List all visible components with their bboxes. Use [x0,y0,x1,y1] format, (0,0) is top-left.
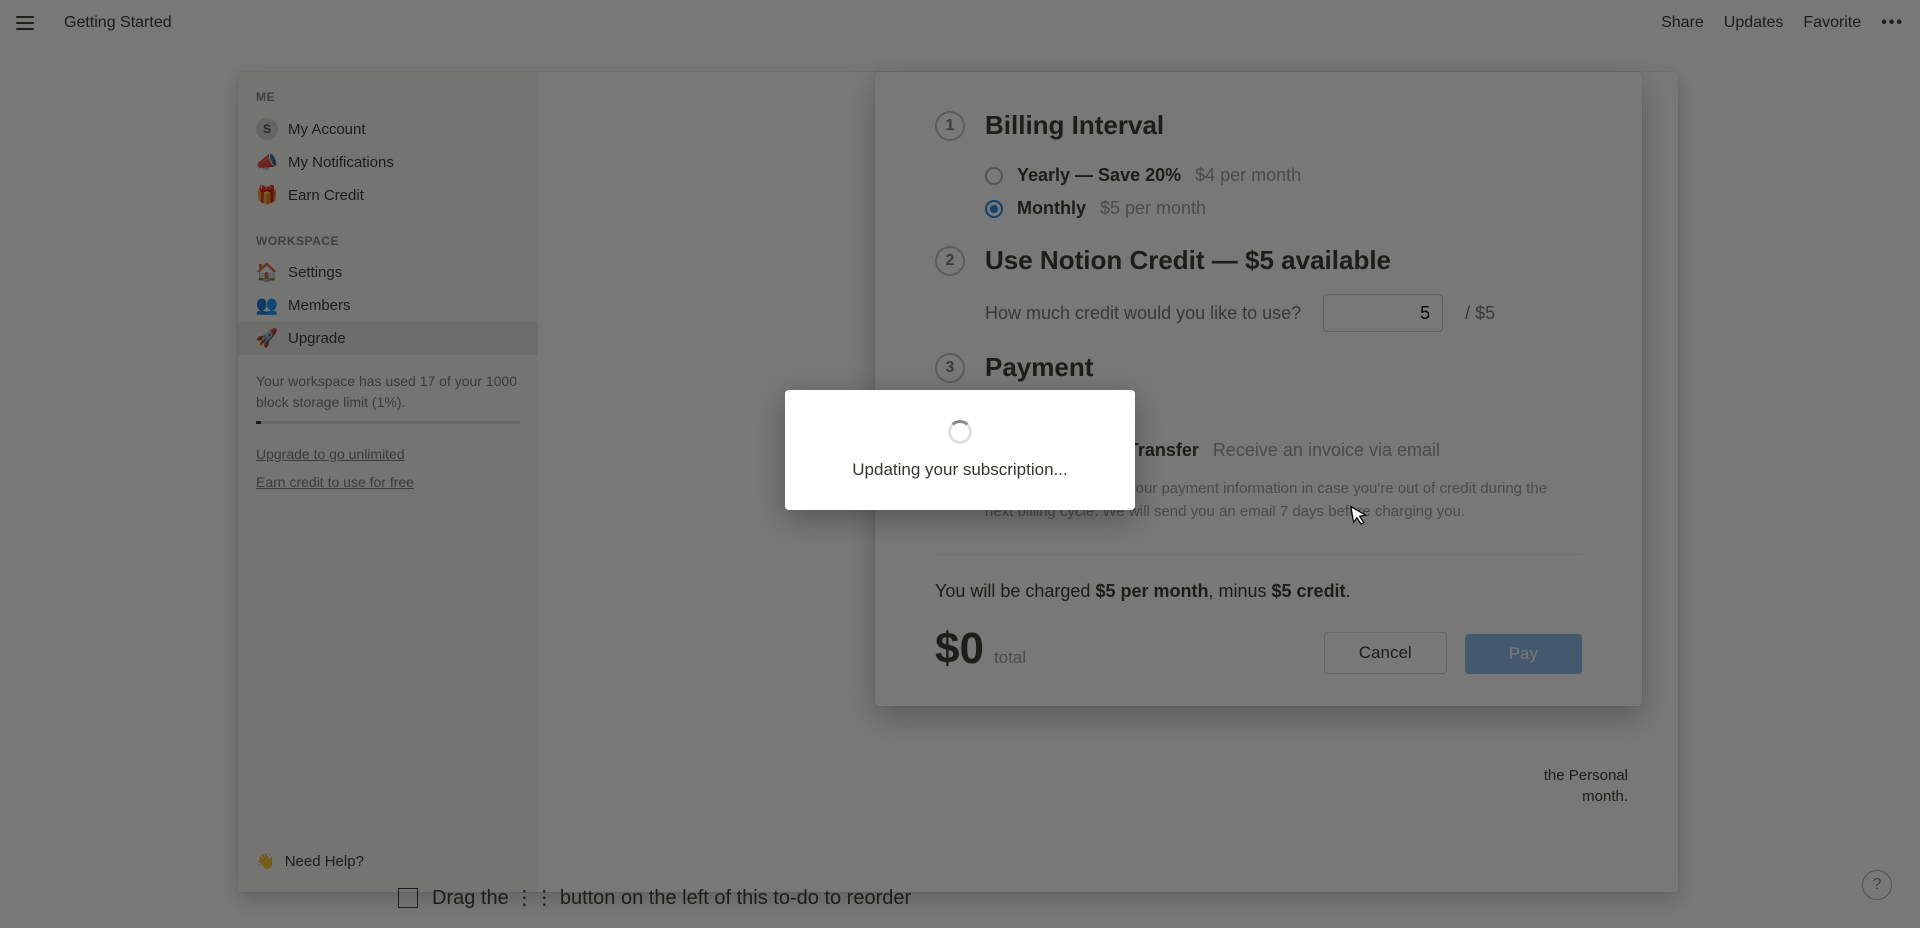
spinner-icon [948,420,972,444]
loading-popup: Updating your subscription... [785,390,1135,510]
loading-text: Updating your subscription... [852,460,1067,480]
